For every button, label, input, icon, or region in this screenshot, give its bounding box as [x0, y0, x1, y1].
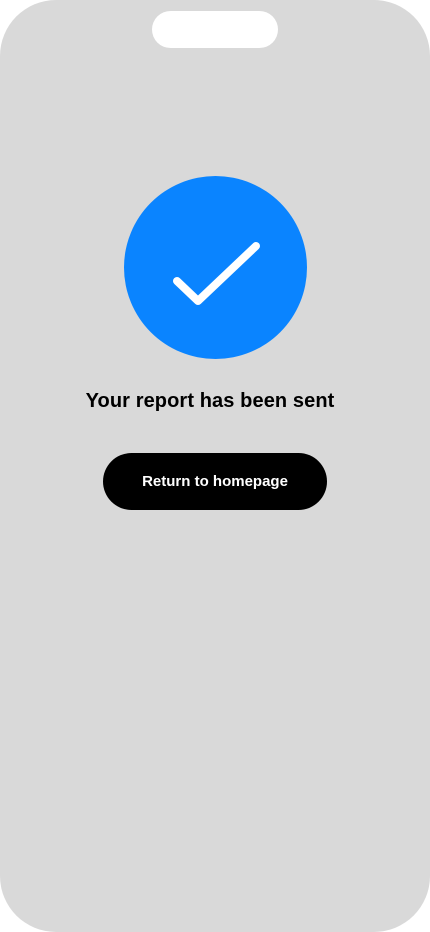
confirmation-title: Your report has been sent: [85, 390, 335, 412]
dynamic-island: [152, 11, 278, 48]
return-to-homepage-button[interactable]: Return to homepage: [103, 453, 327, 510]
phone-screen: Your report has been sent Return to home…: [0, 0, 430, 932]
checkmark-icon: [124, 176, 307, 359]
success-badge: [124, 175, 307, 360]
